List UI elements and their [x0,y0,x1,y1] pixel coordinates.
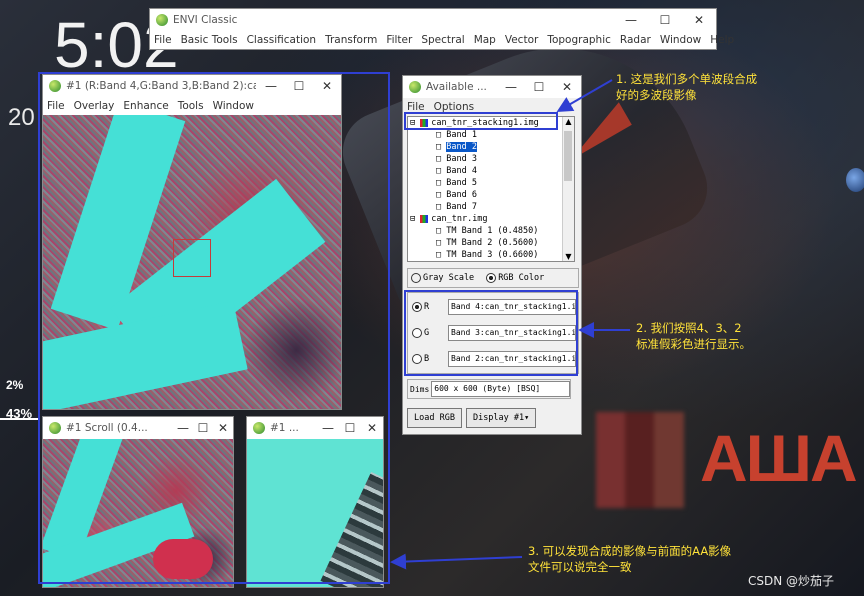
bands-window-title: Available ... [426,81,487,93]
menu-transform[interactable]: Transform [325,34,377,46]
menu-help[interactable]: Help [710,34,734,46]
maximize-icon[interactable]: ☐ [648,9,682,31]
display-select-button[interactable]: Display #1▾ [465,408,537,428]
minimize-icon[interactable]: — [614,9,648,31]
tree-band-item[interactable]: □ Band 5 [408,177,562,189]
tree-item-label: Band 4 [446,166,477,176]
menu-basic-tools[interactable]: Basic Tools [181,34,238,46]
tree-scrollbar-thumb[interactable] [564,131,572,181]
minimize-icon[interactable]: — [497,76,525,98]
annotation-1-line-1: 1. 这是我们多个单波段合成 [616,72,758,86]
wallpaper-orb [846,168,864,192]
highlight-rgb-selection [404,290,578,376]
menu-spectral[interactable]: Spectral [421,34,464,46]
envi-logo-icon [156,14,168,26]
rgb-color-radio[interactable] [486,273,497,283]
rgb-color-label: RGB Color [498,273,545,283]
tree-band-item[interactable]: □ Band 3 [408,153,562,165]
bands-button-row: Load RGB Display #1▾ [407,408,579,432]
band-icon: □ [436,190,447,200]
close-icon[interactable]: ✕ [682,9,716,31]
menu-topographic[interactable]: Topographic [547,34,611,46]
maximize-icon[interactable]: ☐ [525,76,553,98]
tree-file-item[interactable]: ⊟ can_tnr.img [408,213,562,225]
tree-band-item[interactable]: □ TM Band 2 (0.5600) [408,237,562,249]
band-icon: □ [436,178,447,188]
tree-item-label: TM Band 3 (0.6600) [446,250,539,260]
tree-band-item[interactable]: □ TM Band 1 (0.4850) [408,225,562,237]
desktop-divider [0,418,40,420]
tree-band-item[interactable]: □ Band 7 [408,201,562,213]
tree-item-label: Band 2 [446,142,477,152]
gray-scale-label: Gray Scale [423,273,475,283]
tree-band-item[interactable]: □ Band 4 [408,165,562,177]
annotation-2-line-2: 标准假彩色进行显示。 [636,337,751,351]
bands-window-titlebar: Available ... — ☐ ✕ [403,76,581,98]
gray-scale-radio[interactable] [411,273,421,283]
tree-item-label: Band 6 [446,190,477,200]
collapse-icon[interactable]: ⊟ [410,214,420,224]
menu-vector[interactable]: Vector [505,34,538,46]
tree-band-item[interactable]: □ Band 1 [408,129,562,141]
raster-file-icon [420,214,429,223]
tree-band-item[interactable]: □ Band 2 [408,141,562,153]
band-icon: □ [436,202,447,212]
tree-item-label: TM Band 1 (0.4850) [446,226,539,236]
annotation-1: 1. 这是我们多个单波段合成 好的多波段影像 [616,71,757,103]
menu-classification[interactable]: Classification [247,34,316,46]
tree-item-label: TM Band 2 (0.5600) [446,238,539,248]
envi-main-window: ENVI Classic — ☐ ✕ File Basic Tools Classi… [149,8,734,50]
band-icon: □ [436,154,447,164]
menu-file[interactable]: File [154,34,172,46]
tree-band-item[interactable]: □ TM Band 3 (0.6600) [408,249,562,261]
annotation-3-line-1: 3. 可以发现合成的影像与前面的AA影像 [528,544,732,558]
band-icon: □ [436,166,447,176]
band-icon: □ [436,142,447,152]
dims-label: Dims [410,384,430,394]
tree-item-label: Band 3 [446,154,477,164]
wallpaper-poster-letters: АША М [700,421,864,495]
desktop-percent-a: 2% [6,378,24,392]
envi-main-menubar: File Basic Tools Classification Transform Fi… [150,31,734,49]
close-icon[interactable]: ✕ [553,76,581,98]
dims-value: 600 x 600 (Byte) [BSQ] [431,381,570,397]
scroll-up-icon[interactable]: ▲ [563,117,574,126]
band-icon: □ [436,226,447,236]
menu-map[interactable]: Map [474,34,496,46]
menu-filter[interactable]: Filter [386,34,412,46]
annotation-3-line-2: 文件可以说完全一致 [528,560,632,574]
tree-item-label: Band 5 [446,178,477,188]
load-rgb-button[interactable]: Load RGB [407,408,462,428]
highlight-stacked-file [404,112,558,130]
menu-radar[interactable]: Radar [620,34,651,46]
scroll-down-icon[interactable]: ▼ [563,252,574,261]
envi-main-titlebar: ENVI Classic — ☐ ✕ [150,9,716,31]
desktop-clock-sub: 20 [8,104,35,131]
tree-item-label: can_tnr.img [431,214,488,224]
csdn-watermark: CSDN @炒茄子 [748,574,835,588]
band-icon: □ [436,238,447,248]
envi-main-title: ENVI Classic [173,14,238,26]
band-icon: □ [436,250,447,260]
annotation-1-line-2: 好的多波段影像 [616,88,697,102]
band-icon: □ [436,130,447,140]
annotation-2: 2. 我们按照4、3、2 标准假彩色进行显示。 [636,320,751,352]
band-tree[interactable]: ⊟ can_tnr_stacking1.img □ Band 1 □ Band 2 □… [407,116,575,262]
highlight-image-windows [38,72,390,584]
dims-row: Dims 600 x 600 (Byte) [BSQ] [407,379,571,399]
annotation-2-line-1: 2. 我们按照4、3、2 [636,321,742,335]
tree-item-label: Band 7 [446,202,477,212]
annotation-3: 3. 可以发现合成的影像与前面的AA影像 文件可以说完全一致 [528,543,731,575]
envi-logo-icon [409,81,421,93]
display-mode-group: Gray Scale RGB Color [407,268,579,288]
wallpaper-mosaic [596,412,684,508]
menu-window[interactable]: Window [660,34,701,46]
tree-band-item[interactable]: □ Band 6 [408,189,562,201]
tree-item-label: Band 1 [446,130,477,140]
tree-scrollbar[interactable]: ▲ ▼ [562,117,574,261]
